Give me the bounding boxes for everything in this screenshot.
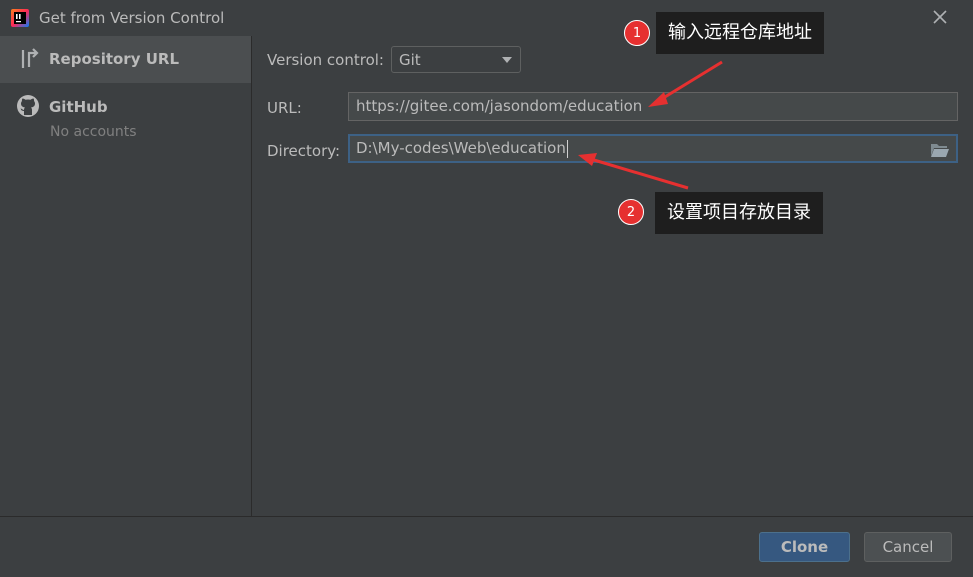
sidebar-item-label: Repository URL bbox=[49, 50, 179, 68]
github-accounts-status: No accounts bbox=[50, 124, 137, 140]
annotation-badge-2: 2 bbox=[618, 199, 644, 225]
directory-value: D:\My-codes\Web\education bbox=[356, 139, 566, 157]
directory-field[interactable]: D:\My-codes\Web\education bbox=[348, 134, 958, 163]
directory-label: Directory: bbox=[267, 142, 341, 160]
version-control-value: Git bbox=[399, 51, 421, 69]
github-icon bbox=[17, 95, 39, 117]
sidebar-item-label: GitHub bbox=[49, 98, 108, 116]
window-title: Get from Version Control bbox=[39, 9, 225, 27]
url-label: URL: bbox=[267, 99, 302, 117]
cancel-button[interactable]: Cancel bbox=[864, 532, 952, 562]
main-panel: Version control: Git URL: https://gitee.… bbox=[252, 36, 973, 516]
title-bar: Get from Version Control bbox=[0, 0, 973, 36]
annotation-badge-1: 1 bbox=[624, 20, 650, 46]
dialog-footer: Clone Cancel bbox=[0, 516, 973, 577]
folder-open-icon[interactable] bbox=[930, 142, 950, 158]
url-value: https://gitee.com/jasondom/education bbox=[356, 97, 643, 115]
version-control-label: Version control: bbox=[267, 51, 384, 69]
clone-button[interactable]: Clone bbox=[759, 532, 850, 562]
chevron-down-icon bbox=[502, 57, 512, 63]
close-icon[interactable] bbox=[931, 8, 949, 26]
version-control-select[interactable]: Git bbox=[391, 46, 521, 73]
sidebar-item-repository-url[interactable]: Repository URL bbox=[0, 36, 251, 83]
text-caret bbox=[566, 139, 568, 158]
sidebar-item-github[interactable]: GitHub No accounts bbox=[0, 84, 251, 154]
url-field[interactable]: https://gitee.com/jasondom/education bbox=[348, 92, 958, 121]
vcs-push-icon bbox=[21, 48, 39, 68]
annotation-label-1: 输入远程仓库地址 bbox=[656, 12, 824, 54]
intellij-app-icon bbox=[11, 9, 29, 27]
annotation-label-2: 设置项目存放目录 bbox=[655, 192, 823, 234]
sidebar: Repository URL GitHub No accounts bbox=[0, 36, 252, 516]
